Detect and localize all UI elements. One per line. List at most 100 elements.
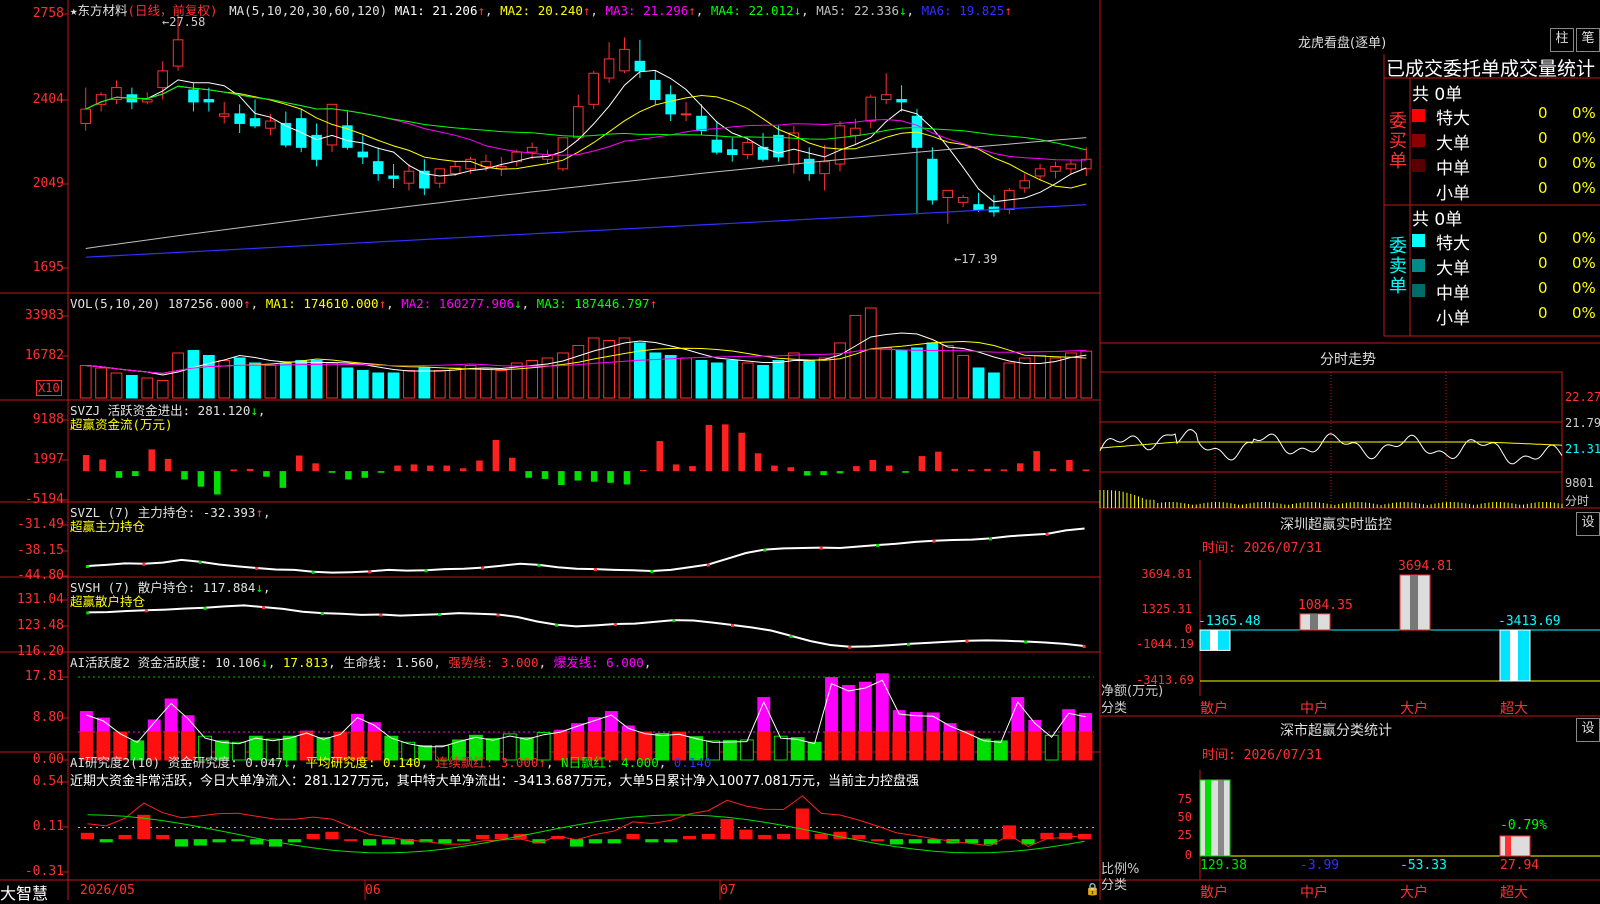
volume-bar [1035, 355, 1046, 398]
tick-view-button[interactable]: 笔 [1576, 28, 1600, 52]
research-bar [250, 839, 263, 844]
volume-bar [388, 373, 399, 398]
candle-body [589, 73, 599, 104]
sell-total: 共 0单 [1412, 205, 1462, 230]
svzj-y-tick: -5194 [25, 492, 64, 507]
sz-monitor-settings-button[interactable]: 设 [1576, 512, 1600, 536]
fund-flow-bar [460, 468, 467, 471]
main-position-line-tick [989, 537, 992, 540]
retail-position-line-tick [907, 643, 910, 646]
volume-bar [250, 363, 261, 398]
volume-bar [896, 350, 907, 398]
fund-flow-bar [673, 464, 680, 471]
activity-bar [994, 741, 1007, 760]
order-percent: 0% [1572, 304, 1596, 322]
volume-bar [727, 360, 738, 398]
activity-bar [774, 736, 787, 760]
order-count: 0 [1538, 229, 1548, 247]
class-xlabel: 分类 [1101, 874, 1127, 893]
research-bar [852, 835, 865, 839]
volume-bar [1004, 363, 1015, 398]
sz-monitor-time: 时间: 2026/07/31 [1202, 537, 1322, 556]
svzl-y-tick: -44.80 [17, 568, 64, 583]
bar-view-button[interactable]: 柱 [1550, 28, 1574, 52]
fund-flow-bar [575, 471, 582, 480]
fund-flow-bar [263, 471, 270, 477]
ai-active-life: 生命线: 1.560 [343, 655, 433, 670]
volume-bar [881, 348, 892, 398]
main-position-line-tick [933, 540, 936, 543]
volume-bar [481, 368, 492, 398]
ma-line-6 [86, 205, 1087, 258]
x-label-jun: 06 [365, 883, 381, 898]
fund-flow-bar [689, 466, 696, 471]
intraday-frame [1100, 372, 1562, 508]
activity-bar [1028, 732, 1041, 760]
intraday-vol-unit: 分时 [1565, 492, 1589, 509]
order-count: 0 [1538, 154, 1548, 172]
candle-body [1082, 159, 1092, 169]
retail-position-line-tick [672, 619, 675, 622]
candle-body [620, 49, 630, 71]
research-bar [739, 830, 752, 840]
volume-bar [742, 363, 753, 398]
ai-active-y-tick: 0.00 [33, 752, 64, 767]
down-arrow-icon: ↓ [250, 403, 258, 418]
candle-body [96, 95, 106, 105]
main-position-line-tick [537, 564, 540, 567]
up-arrow-icon: ↑ [379, 296, 387, 311]
ai-active-header: AI活跃度2 资金活跃度: 10.106↓, 17.813, 生命线: 1.56… [70, 652, 651, 671]
retail-position-line-tick [438, 613, 441, 616]
order-size-label: 中单 [1436, 279, 1470, 304]
research-bar [231, 839, 244, 841]
class-value: -53.33 [1400, 858, 1447, 873]
ma-values: MA1: 21.206↑, MA2: 20.240↑, MA3: 21.296↑… [395, 3, 1012, 18]
volume-bar [173, 353, 184, 398]
ma-value-6: MA6: 19.825 [914, 3, 1004, 18]
fund-flow-bar [869, 460, 876, 471]
candle-body [558, 138, 568, 169]
lock-icon[interactable]: 🔒 [1085, 882, 1100, 896]
candle-body [1051, 166, 1061, 171]
retail-position-line-tick [790, 635, 793, 638]
ai-research-red: 连续飘红: 3.000 [436, 755, 539, 770]
fund-flow-bar [624, 471, 631, 484]
retail-position-line [88, 605, 1084, 646]
fund-flow-bar [509, 458, 516, 471]
main-position-line-tick [481, 567, 484, 570]
monitor-value: -3413.69 [1498, 614, 1561, 629]
fund-flow-bar [738, 433, 745, 471]
research-curve-green [87, 815, 1084, 853]
sz-class-settings-button[interactable]: 设 [1576, 718, 1600, 742]
research-curve-red [87, 796, 1084, 847]
fund-flow-bar [902, 471, 909, 473]
candle-body [897, 100, 907, 102]
research-bar [815, 834, 828, 839]
retail-position-line-tick [1083, 645, 1086, 648]
research-bar [683, 836, 696, 839]
class-category: 超大 [1500, 882, 1528, 902]
monitor-y-tick: 1325.31 [1136, 602, 1192, 616]
ma-value-3: MA3: 21.296 [598, 3, 688, 18]
order-count: 0 [1538, 104, 1548, 122]
candle-body [743, 143, 753, 155]
volume-bar [126, 375, 137, 398]
ai-research-header: AI研究度2(10) 资金研究度: 0.047↓, 平均研究度: 0.140, … [70, 752, 711, 771]
retail-position-line-tick [204, 607, 207, 610]
stock-name[interactable]: ★东方材料 [70, 3, 128, 18]
fund-flow-bar [886, 466, 893, 472]
activity-bar [808, 742, 821, 760]
research-bar [796, 808, 809, 839]
svsh-y-tick: 123.48 [17, 618, 64, 633]
research-bar [758, 835, 771, 839]
main-position-line-tick [312, 571, 315, 574]
ai-active-y-tick: 8.80 [33, 710, 64, 725]
candle-body [204, 100, 214, 102]
main-position-line [87, 529, 1084, 573]
volume-bar [1066, 353, 1077, 398]
order-size-label: 大单 [1436, 129, 1470, 154]
candle-body [389, 176, 399, 178]
ai-research-avg: 平均研究度: 0.140 [305, 755, 420, 770]
research-bar [645, 839, 658, 842]
candle-body [835, 126, 845, 164]
